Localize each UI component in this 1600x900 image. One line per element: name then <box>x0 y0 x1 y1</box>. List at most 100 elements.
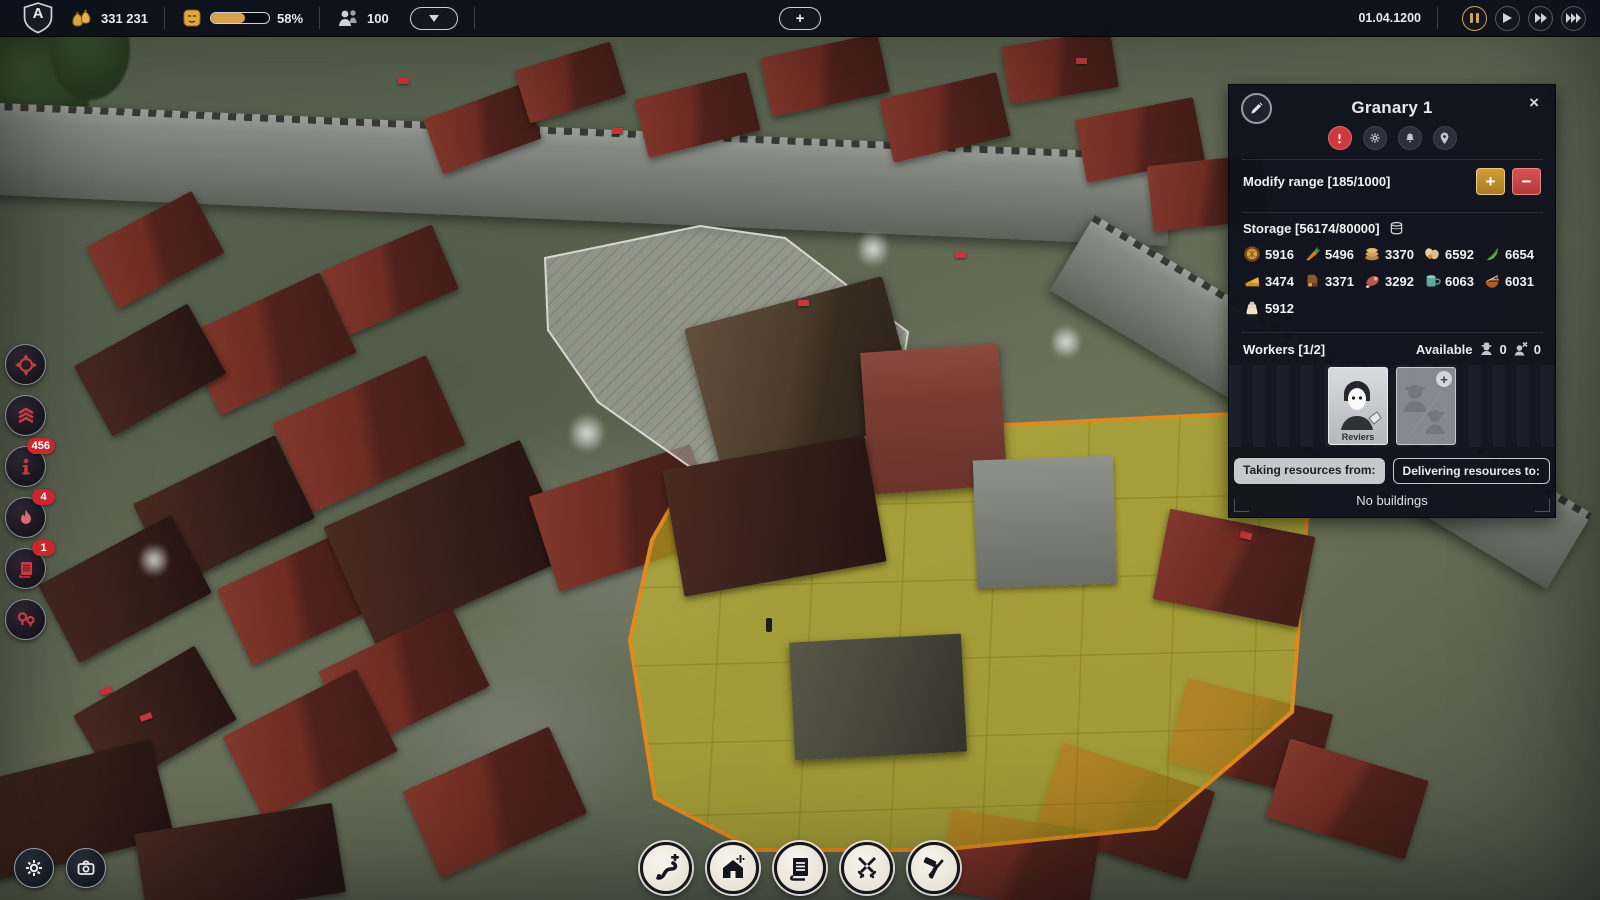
military-button[interactable] <box>841 842 893 894</box>
rename-button[interactable] <box>1241 93 1272 124</box>
close-button[interactable]: × <box>1525 91 1543 115</box>
screenshot-button[interactable] <box>66 848 106 888</box>
resource-greens: 6654 <box>1483 245 1541 263</box>
fast-forward-button[interactable] <box>1528 6 1553 31</box>
panel-corner-decoration <box>1234 499 1249 512</box>
panel-title: Granary 1 <box>1351 98 1432 118</box>
resource-bread: 3370 <box>1363 245 1421 263</box>
resource-meat: 3292 <box>1363 272 1421 290</box>
map-building-church <box>973 456 1117 589</box>
range-decrease-button[interactable]: − <box>1512 168 1541 195</box>
carrot-icon <box>1303 245 1321 263</box>
build-building-button[interactable] <box>707 842 759 894</box>
divider <box>319 7 320 29</box>
fastest-forward-button[interactable] <box>1561 6 1586 31</box>
play-button[interactable] <box>1495 6 1520 31</box>
pencil-icon <box>1250 102 1263 115</box>
map-smoke <box>570 410 604 456</box>
resource-grain: 5916 <box>1243 245 1301 263</box>
exclamation-icon <box>1334 133 1345 144</box>
add-panel-button[interactable]: + <box>779 7 821 30</box>
play-icon <box>1503 13 1512 23</box>
range-increase-button[interactable]: + <box>1476 168 1505 195</box>
happiness-readout: 58% <box>181 7 303 29</box>
worker-card[interactable]: Birch Reviers <box>1328 367 1388 445</box>
tab-taking-resources[interactable]: Taking resources from: <box>1234 458 1384 484</box>
storage-contents: 5916 5496 3370 6592 6654 <box>1243 241 1541 323</box>
reports-button[interactable] <box>774 842 826 894</box>
map-smoke <box>140 540 168 580</box>
grain-barrel-icon <box>1243 245 1261 263</box>
divider <box>474 7 475 29</box>
worker-name: Birch Reviers <box>1329 422 1387 442</box>
town-crest[interactable]: A <box>20 1 56 35</box>
ledger-icon <box>787 855 813 881</box>
resource-value: 3370 <box>1385 247 1414 262</box>
resource-value: 6031 <box>1505 274 1534 289</box>
empty-worker-slot[interactable]: + <box>1396 367 1456 445</box>
sidebar-item-routes[interactable] <box>5 599 46 640</box>
flour-sack-icon <box>1243 299 1261 317</box>
sidebar-item-layers[interactable] <box>5 395 46 436</box>
available-label: Available <box>1416 342 1473 357</box>
population-value: 100 <box>367 11 389 26</box>
meat-icon <box>1363 272 1381 290</box>
info-badge: 456 <box>27 438 55 454</box>
resource-milk: 6063 <box>1423 272 1481 290</box>
info-icon <box>16 457 36 477</box>
population-dropdown[interactable] <box>410 7 458 30</box>
map-flag <box>398 78 409 84</box>
log-badge: 1 <box>32 540 55 556</box>
sidebar-item-log[interactable]: 1 <box>5 548 46 589</box>
storage-label: Storage [56174/80000] <box>1243 221 1380 236</box>
resource-fish: 6031 <box>1483 272 1541 290</box>
settings-button[interactable] <box>14 848 54 888</box>
document-icon <box>16 559 36 579</box>
gear-icon <box>1369 132 1381 144</box>
resource-value: 5496 <box>1325 247 1354 262</box>
happiness-mask-icon <box>181 7 203 29</box>
workers-label: Workers [1/2] <box>1243 342 1325 357</box>
resource-value: 5912 <box>1265 301 1294 316</box>
sidebar-item-target[interactable] <box>5 344 46 385</box>
notification-button[interactable] <box>1398 126 1422 150</box>
greens-icon <box>1483 245 1501 263</box>
crafting-button[interactable] <box>908 842 960 894</box>
resource-value: 3292 <box>1385 274 1414 289</box>
layers-icon <box>15 405 37 427</box>
utility-buttons <box>14 848 106 888</box>
add-worker-button[interactable]: + <box>1436 371 1452 387</box>
granary-panel: Granary 1 × <box>1228 84 1556 518</box>
resource-value: 3474 <box>1265 274 1294 289</box>
gold-value: 331 231 <box>101 11 148 26</box>
pause-icon <box>1470 13 1479 23</box>
map-flag <box>955 252 966 258</box>
settings-small-button[interactable] <box>1363 126 1387 150</box>
storage-barrel-icon <box>1388 220 1405 237</box>
worker-slots: Birch Reviers + <box>1229 365 1555 447</box>
laborer-icon <box>1512 341 1529 357</box>
game-screen: A 331 231 58% 100 <box>0 0 1600 900</box>
left-toolbar: 456 4 1 <box>5 344 46 640</box>
tab-delivering-resources[interactable]: Delivering resources to: <box>1393 458 1550 484</box>
fish-bowl-icon <box>1483 272 1501 290</box>
map-flag <box>1076 58 1087 64</box>
resource-value: 3371 <box>1325 274 1354 289</box>
build-road-button[interactable] <box>640 842 692 894</box>
map-pin-icon <box>1439 132 1450 145</box>
bell-icon <box>1404 132 1416 144</box>
house-plus-icon <box>719 854 747 882</box>
sidebar-item-info[interactable]: 456 <box>5 446 46 487</box>
crest-letter: A <box>20 5 56 22</box>
resource-value: 6592 <box>1445 247 1474 262</box>
resource-carrot: 5496 <box>1303 245 1361 263</box>
crossed-swords-icon <box>854 855 880 881</box>
locate-button[interactable] <box>1433 126 1457 150</box>
map-building-warehouse <box>789 634 967 761</box>
gold-icon <box>70 7 94 29</box>
sidebar-item-fire[interactable]: 4 <box>5 497 46 538</box>
road-plus-icon <box>652 854 680 882</box>
pause-button[interactable] <box>1462 6 1487 31</box>
map-smoke <box>1052 322 1080 362</box>
alert-button[interactable] <box>1328 126 1352 150</box>
